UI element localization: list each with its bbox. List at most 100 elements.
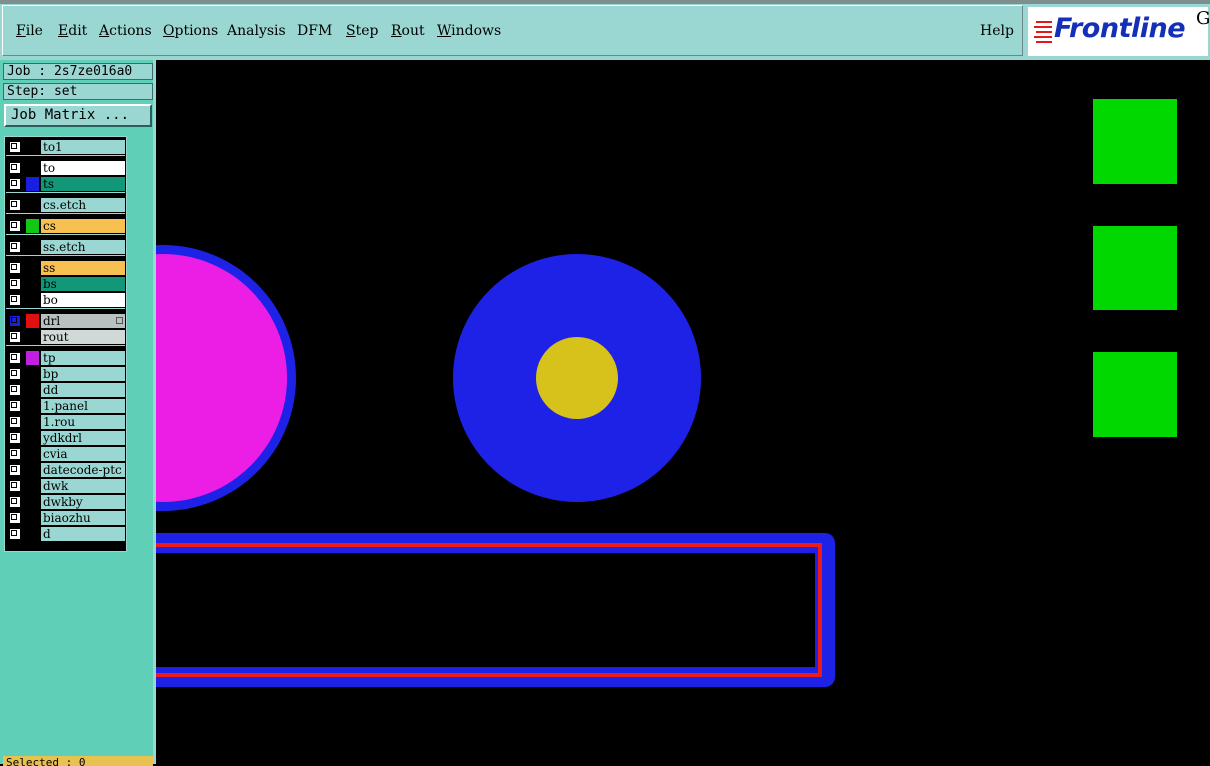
layer-checkbox[interactable] <box>10 316 20 326</box>
layer-checkbox[interactable] <box>10 142 20 152</box>
menu-file[interactable]: File <box>16 23 43 39</box>
menu-analysis[interactable]: Analysis <box>227 23 286 39</box>
layer-row-to[interactable]: to <box>6 161 125 175</box>
layer-color-swatch <box>26 277 39 291</box>
menu-options[interactable]: Options <box>163 23 218 39</box>
layer-label[interactable]: ss.etch <box>41 240 125 254</box>
layer-label[interactable]: datecode-ptc <box>41 463 125 477</box>
layer-row-to1[interactable]: to1 <box>6 140 125 154</box>
layer-row-bs[interactable]: bs <box>6 277 125 291</box>
layer-label[interactable]: ss <box>41 261 125 275</box>
layer-checkbox[interactable] <box>10 417 20 427</box>
layer-label[interactable]: bs <box>41 277 125 291</box>
top-border <box>0 0 1210 4</box>
layer-checkbox[interactable] <box>10 481 20 491</box>
layer-color-swatch <box>26 219 39 233</box>
layer-label[interactable]: d <box>41 527 125 541</box>
menu-help[interactable]: Help <box>980 23 1014 39</box>
layer-color-swatch <box>26 140 39 154</box>
layer-row-datecode-ptc[interactable]: datecode-ptc <box>6 463 125 477</box>
layer-label[interactable]: 1.rou <box>41 415 125 429</box>
layer-label[interactable]: dwk <box>41 479 125 493</box>
layer-checkbox[interactable] <box>10 353 20 363</box>
layer-checkbox[interactable] <box>10 449 20 459</box>
layer-row-cs-etch[interactable]: cs.etch <box>6 198 125 212</box>
layer-color-swatch <box>26 240 39 254</box>
layer-color-swatch <box>26 261 39 275</box>
layer-label[interactable]: tp <box>41 351 125 365</box>
layer-checkbox[interactable] <box>10 369 20 379</box>
smd-pad-3[interactable] <box>1093 352 1177 437</box>
layer-checkbox[interactable] <box>10 385 20 395</box>
layer-label[interactable]: dd <box>41 383 125 397</box>
layer-checkbox[interactable] <box>10 221 20 231</box>
layer-row-dwk[interactable]: dwk <box>6 479 125 493</box>
layer-row-cs[interactable]: cs <box>6 219 125 233</box>
layer-label[interactable]: cs <box>41 219 125 233</box>
layer-checkbox[interactable] <box>10 263 20 273</box>
layer-checkbox[interactable] <box>10 465 20 475</box>
layer-checkbox[interactable] <box>10 497 20 507</box>
menu-step[interactable]: Step <box>346 23 378 39</box>
layer-row-bp[interactable]: bp <box>6 367 125 381</box>
layer-row-cvia[interactable]: cvia <box>6 447 125 461</box>
layer-checkbox[interactable] <box>10 163 20 173</box>
layer-label[interactable]: cvia <box>41 447 125 461</box>
layer-label[interactable]: drl <box>41 314 125 328</box>
layer-row-rout[interactable]: rout <box>6 330 125 344</box>
layer-checkbox[interactable] <box>10 433 20 443</box>
layer-label[interactable]: ts <box>41 177 125 191</box>
layer-label[interactable]: ydkdrl <box>41 431 125 445</box>
layer-label[interactable]: to <box>41 161 125 175</box>
menubar: File Edit Actions Options Analysis DFM S… <box>0 0 1210 60</box>
layer-row-ss[interactable]: ss <box>6 261 125 275</box>
layer-row-1-rou[interactable]: 1.rou <box>6 415 125 429</box>
layer-row-dwkby[interactable]: dwkby <box>6 495 125 509</box>
layer-row-ss-etch[interactable]: ss.etch <box>6 240 125 254</box>
layer-checkbox[interactable] <box>10 295 20 305</box>
layer-color-swatch <box>26 447 39 461</box>
layer-color-swatch <box>26 495 39 509</box>
job-matrix-button[interactable]: Job Matrix ... <box>4 104 152 127</box>
via-drill[interactable] <box>536 337 618 419</box>
layer-row-biaozhu[interactable]: biaozhu <box>6 511 125 525</box>
layer-label[interactable]: bp <box>41 367 125 381</box>
layer-label[interactable]: biaozhu <box>41 511 125 525</box>
menu-edit[interactable]: Edit <box>58 23 87 39</box>
graphics-canvas[interactable] <box>156 60 1210 764</box>
layer-checkbox[interactable] <box>10 529 20 539</box>
layer-label[interactable]: rout <box>41 330 125 344</box>
layer-label[interactable]: to1 <box>41 140 125 154</box>
layer-label[interactable]: bo <box>41 293 125 307</box>
layer-row-dd[interactable]: dd <box>6 383 125 397</box>
menu-dfm[interactable]: DFM <box>297 23 332 39</box>
layer-checkbox[interactable] <box>10 332 20 342</box>
layer-row-tp[interactable]: tp <box>6 351 125 365</box>
layer-color-swatch <box>26 177 39 191</box>
layer-label[interactable]: dwkby <box>41 495 125 509</box>
layer-row-d[interactable]: d <box>6 527 125 541</box>
selected-count: Selected : 0 <box>3 756 153 766</box>
logo-text: Frontline <box>1054 13 1186 44</box>
layer-checkbox[interactable] <box>10 242 20 252</box>
layer-label[interactable]: 1.panel <box>41 399 125 413</box>
menu-actions[interactable]: Actions <box>99 23 152 39</box>
layer-row-bo[interactable]: bo <box>6 293 125 307</box>
layer-checkbox[interactable] <box>10 179 20 189</box>
menu-windows[interactable]: Windows <box>437 23 501 39</box>
layer-label[interactable]: cs.etch <box>41 198 125 212</box>
layer-checkbox[interactable] <box>10 401 20 411</box>
layer-color-swatch <box>26 511 39 525</box>
layer-checkbox[interactable] <box>10 279 20 289</box>
smd-pad-1[interactable] <box>1093 99 1177 184</box>
layer-row-ts[interactable]: ts <box>6 177 125 191</box>
layer-row-1-panel[interactable]: 1.panel <box>6 399 125 413</box>
menu-rout[interactable]: Rout <box>391 23 425 39</box>
layer-row-ydkdrl[interactable]: ydkdrl <box>6 431 125 445</box>
layer-checkbox[interactable] <box>10 513 20 523</box>
smd-pad-2[interactable] <box>1093 226 1177 310</box>
layer-row-drl[interactable]: drl <box>6 314 125 328</box>
layer-color-swatch <box>26 399 39 413</box>
layer-color-swatch <box>26 293 39 307</box>
layer-checkbox[interactable] <box>10 200 20 210</box>
